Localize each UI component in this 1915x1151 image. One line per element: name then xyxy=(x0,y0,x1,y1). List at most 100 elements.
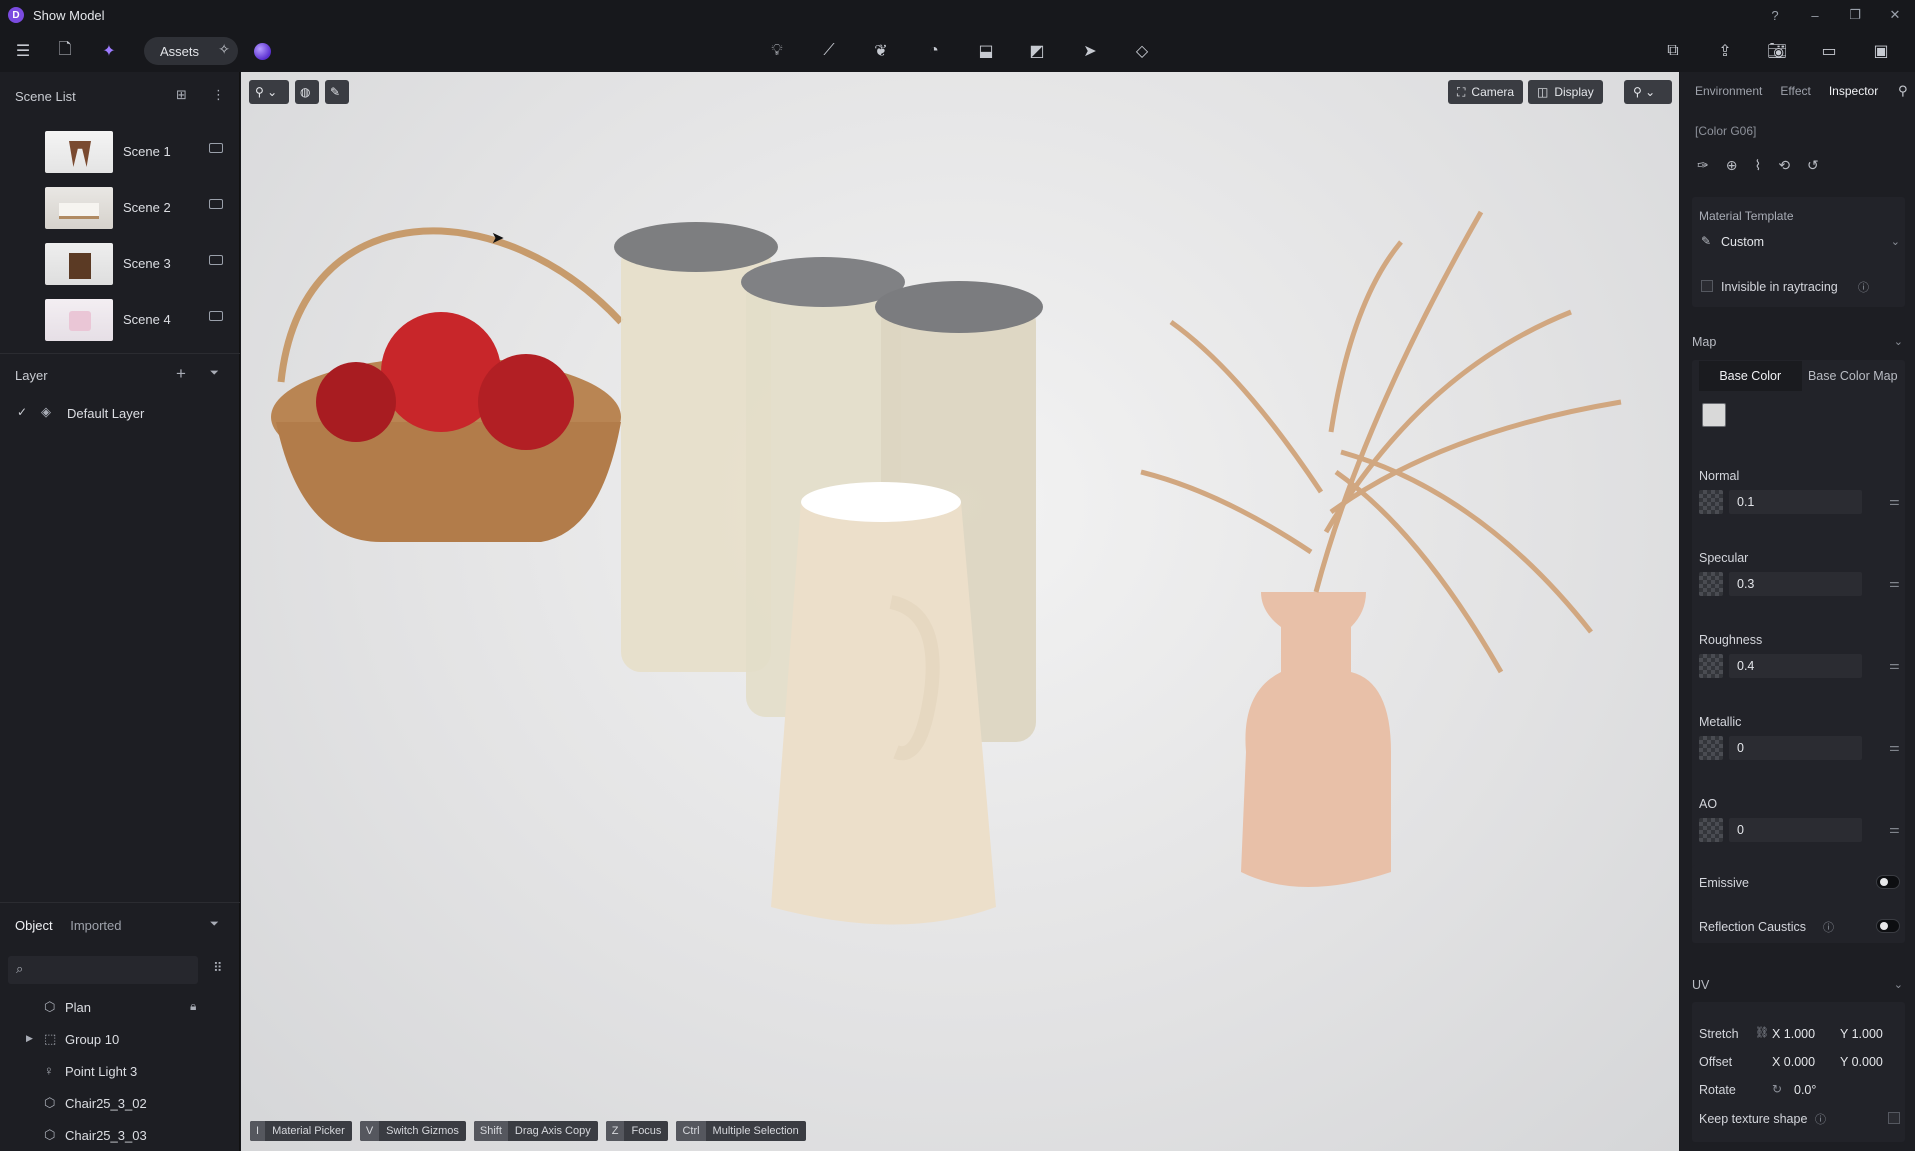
emissive-toggle[interactable] xyxy=(1876,875,1900,889)
keep-texture-checkbox[interactable] xyxy=(1888,1112,1900,1124)
camera-button[interactable]: ⛶ Camera xyxy=(1448,80,1524,104)
chevron-down-icon[interactable]: ⌄ xyxy=(1894,978,1903,991)
import-icon[interactable]: ⬓ xyxy=(973,38,999,64)
scene-item[interactable]: Scene 3 xyxy=(0,239,240,291)
brush-icon[interactable]: ✑ xyxy=(1697,157,1709,174)
stretch-y[interactable]: Y 1.000 xyxy=(1840,1027,1883,1041)
adjust-icon[interactable]: ⚌ xyxy=(1889,658,1900,672)
offset-x[interactable]: X 0.000 xyxy=(1772,1055,1815,1069)
tree-row[interactable]: ⬡ Chair25_3_03 xyxy=(0,1120,240,1150)
lock-icon[interactable]: 🔒︎ xyxy=(190,999,196,1014)
add-layer-icon[interactable]: + xyxy=(176,364,186,384)
light-bulb-icon[interactable]: 💡︎ xyxy=(764,38,790,64)
roughness-texture-slot[interactable] xyxy=(1699,654,1723,678)
stretch-x[interactable]: X 1.000 xyxy=(1772,1027,1815,1041)
search-input[interactable]: ⌕ xyxy=(8,956,198,984)
tree-row[interactable]: ⬡ Plan 🔒︎ xyxy=(0,992,240,1022)
metallic-texture-slot[interactable] xyxy=(1699,736,1723,760)
normal-texture-slot[interactable] xyxy=(1699,490,1723,514)
water-drop-icon[interactable]: ◔ xyxy=(921,38,947,64)
view-options-dropdown[interactable]: ⚲ ⌄ xyxy=(1624,80,1672,104)
tab-effect[interactable]: Effect xyxy=(1780,84,1810,98)
close-button[interactable]: ✕ xyxy=(1875,7,1915,23)
tab-object[interactable]: Object xyxy=(15,918,53,933)
caustics-toggle[interactable] xyxy=(1876,919,1900,933)
save-material-icon[interactable]: ⊕ xyxy=(1726,157,1738,174)
replace-icon[interactable]: ⟲ xyxy=(1778,157,1790,174)
check-icon[interactable]: ✓ xyxy=(17,405,27,419)
minimize-button[interactable]: – xyxy=(1795,8,1835,23)
tab-base-color-map[interactable]: Base Color Map xyxy=(1802,361,1905,391)
leaf-icon[interactable]: ❦ xyxy=(868,38,894,64)
tab-base-color[interactable]: Base Color xyxy=(1699,361,1802,391)
tree-row[interactable]: ⬡ Chair25_3_02 xyxy=(0,1088,240,1118)
video-icon[interactable]: ▭ xyxy=(1816,38,1842,64)
material-orb-icon[interactable] xyxy=(254,43,271,60)
ai-icon[interactable]: ✦ xyxy=(96,38,122,64)
assets-button[interactable]: Assets ✧ xyxy=(144,37,238,65)
emissive-label: Emissive xyxy=(1699,876,1750,890)
pin-icon[interactable]: ⚲ xyxy=(1898,83,1908,99)
roughness-input[interactable]: 0.4 xyxy=(1729,654,1862,678)
tree-row[interactable]: ▶ ⬚ Group 10 xyxy=(0,1024,240,1054)
section-icon[interactable]: ◩ xyxy=(1024,38,1050,64)
restore-button[interactable]: ❐ xyxy=(1835,7,1875,23)
reset-icon[interactable]: ↺ xyxy=(1807,157,1819,174)
adjust-icon[interactable]: ⚌ xyxy=(1889,576,1900,590)
scene-item[interactable]: Scene 4 xyxy=(0,295,240,347)
specular-input[interactable]: 0.3 xyxy=(1729,572,1862,596)
help-icon[interactable]: ⓘ xyxy=(1823,919,1834,935)
link-icon[interactable]: ⛓ xyxy=(1755,1026,1769,1039)
viewport[interactable]: ⚲ ⌄ ◍ ✎ ⛶ Camera ◫ Display ⚲ ⌄ ➤ xyxy=(241,72,1679,1151)
filter-icon[interactable]: ⏷ xyxy=(210,918,219,931)
metallic-input[interactable]: 0 xyxy=(1729,736,1862,760)
tree-row[interactable]: ♀ Point Light 3 xyxy=(0,1056,240,1086)
menu-icon[interactable]: ☰ xyxy=(10,38,36,64)
layers-icon[interactable]: ◇ xyxy=(1129,38,1155,64)
ao-texture-slot[interactable] xyxy=(1699,818,1723,842)
screenshot-icon[interactable]: 📷︎ xyxy=(1764,38,1790,64)
rotate-value[interactable]: 0.0° xyxy=(1794,1083,1816,1097)
expand-icon[interactable]: ▶ xyxy=(26,1033,33,1044)
camera-icon[interactable] xyxy=(209,143,223,153)
base-color-swatch[interactable] xyxy=(1702,403,1726,427)
tab-environment[interactable]: Environment xyxy=(1695,84,1762,98)
render-queue-icon[interactable]: ⧉ xyxy=(1660,38,1686,64)
export-icon[interactable]: ⇪ xyxy=(1712,38,1738,64)
file-icon[interactable]: 🗋 xyxy=(52,38,78,64)
adjust-icon[interactable]: ⚌ xyxy=(1889,740,1900,754)
tab-inspector[interactable]: Inspector xyxy=(1829,84,1878,98)
chevron-down-icon: ⌄ xyxy=(1890,236,1900,248)
camera-icon[interactable] xyxy=(209,199,223,209)
camera-icon[interactable] xyxy=(209,311,223,321)
scene-item[interactable]: Scene 1 xyxy=(0,127,240,179)
panel-icon[interactable]: ▣ xyxy=(1868,38,1894,64)
help-icon[interactable]: ⓘ xyxy=(1858,279,1869,295)
tab-imported[interactable]: Imported xyxy=(70,918,121,933)
normal-input[interactable]: 0.1 xyxy=(1729,490,1862,514)
more-icon[interactable]: ⋮ xyxy=(212,87,225,103)
display-button[interactable]: ◫ Display xyxy=(1528,80,1603,104)
help-icon[interactable]: ? xyxy=(1755,8,1795,23)
specular-texture-slot[interactable] xyxy=(1699,572,1723,596)
path-icon[interactable]: ⟋ xyxy=(816,38,842,64)
invisible-checkbox[interactable] xyxy=(1701,280,1713,292)
chevron-down-icon[interactable]: ⌄ xyxy=(1894,335,1903,348)
adjust-icon[interactable]: ⚌ xyxy=(1889,822,1900,836)
add-scene-icon[interactable]: ⊞ xyxy=(176,87,187,103)
cursor-icon[interactable]: ➤ xyxy=(1077,38,1103,64)
camera-icon[interactable] xyxy=(209,255,223,265)
globe-icon[interactable]: ◍ xyxy=(295,80,319,104)
help-icon[interactable]: ⓘ xyxy=(1815,1111,1826,1127)
transform-gizmo-dropdown[interactable]: ⚲ ⌄ xyxy=(249,80,289,104)
layer-item[interactable]: ✓ ◈ Default Layer xyxy=(0,398,240,428)
eyedropper-icon[interactable]: ✎ xyxy=(325,80,349,104)
adjust-icon[interactable]: ⚌ xyxy=(1889,494,1900,508)
ao-input[interactable]: 0 xyxy=(1729,818,1862,842)
offset-y[interactable]: Y 0.000 xyxy=(1840,1055,1883,1069)
paint-icon[interactable]: ⌇ xyxy=(1754,157,1761,174)
filter-icon[interactable]: ⏷ xyxy=(210,367,219,380)
material-template-select[interactable]: ✎ Custom ⌄ xyxy=(1699,229,1904,255)
grid-view-icon[interactable]: ⠿ xyxy=(213,960,223,976)
scene-item[interactable]: Scene 2 xyxy=(0,183,240,235)
